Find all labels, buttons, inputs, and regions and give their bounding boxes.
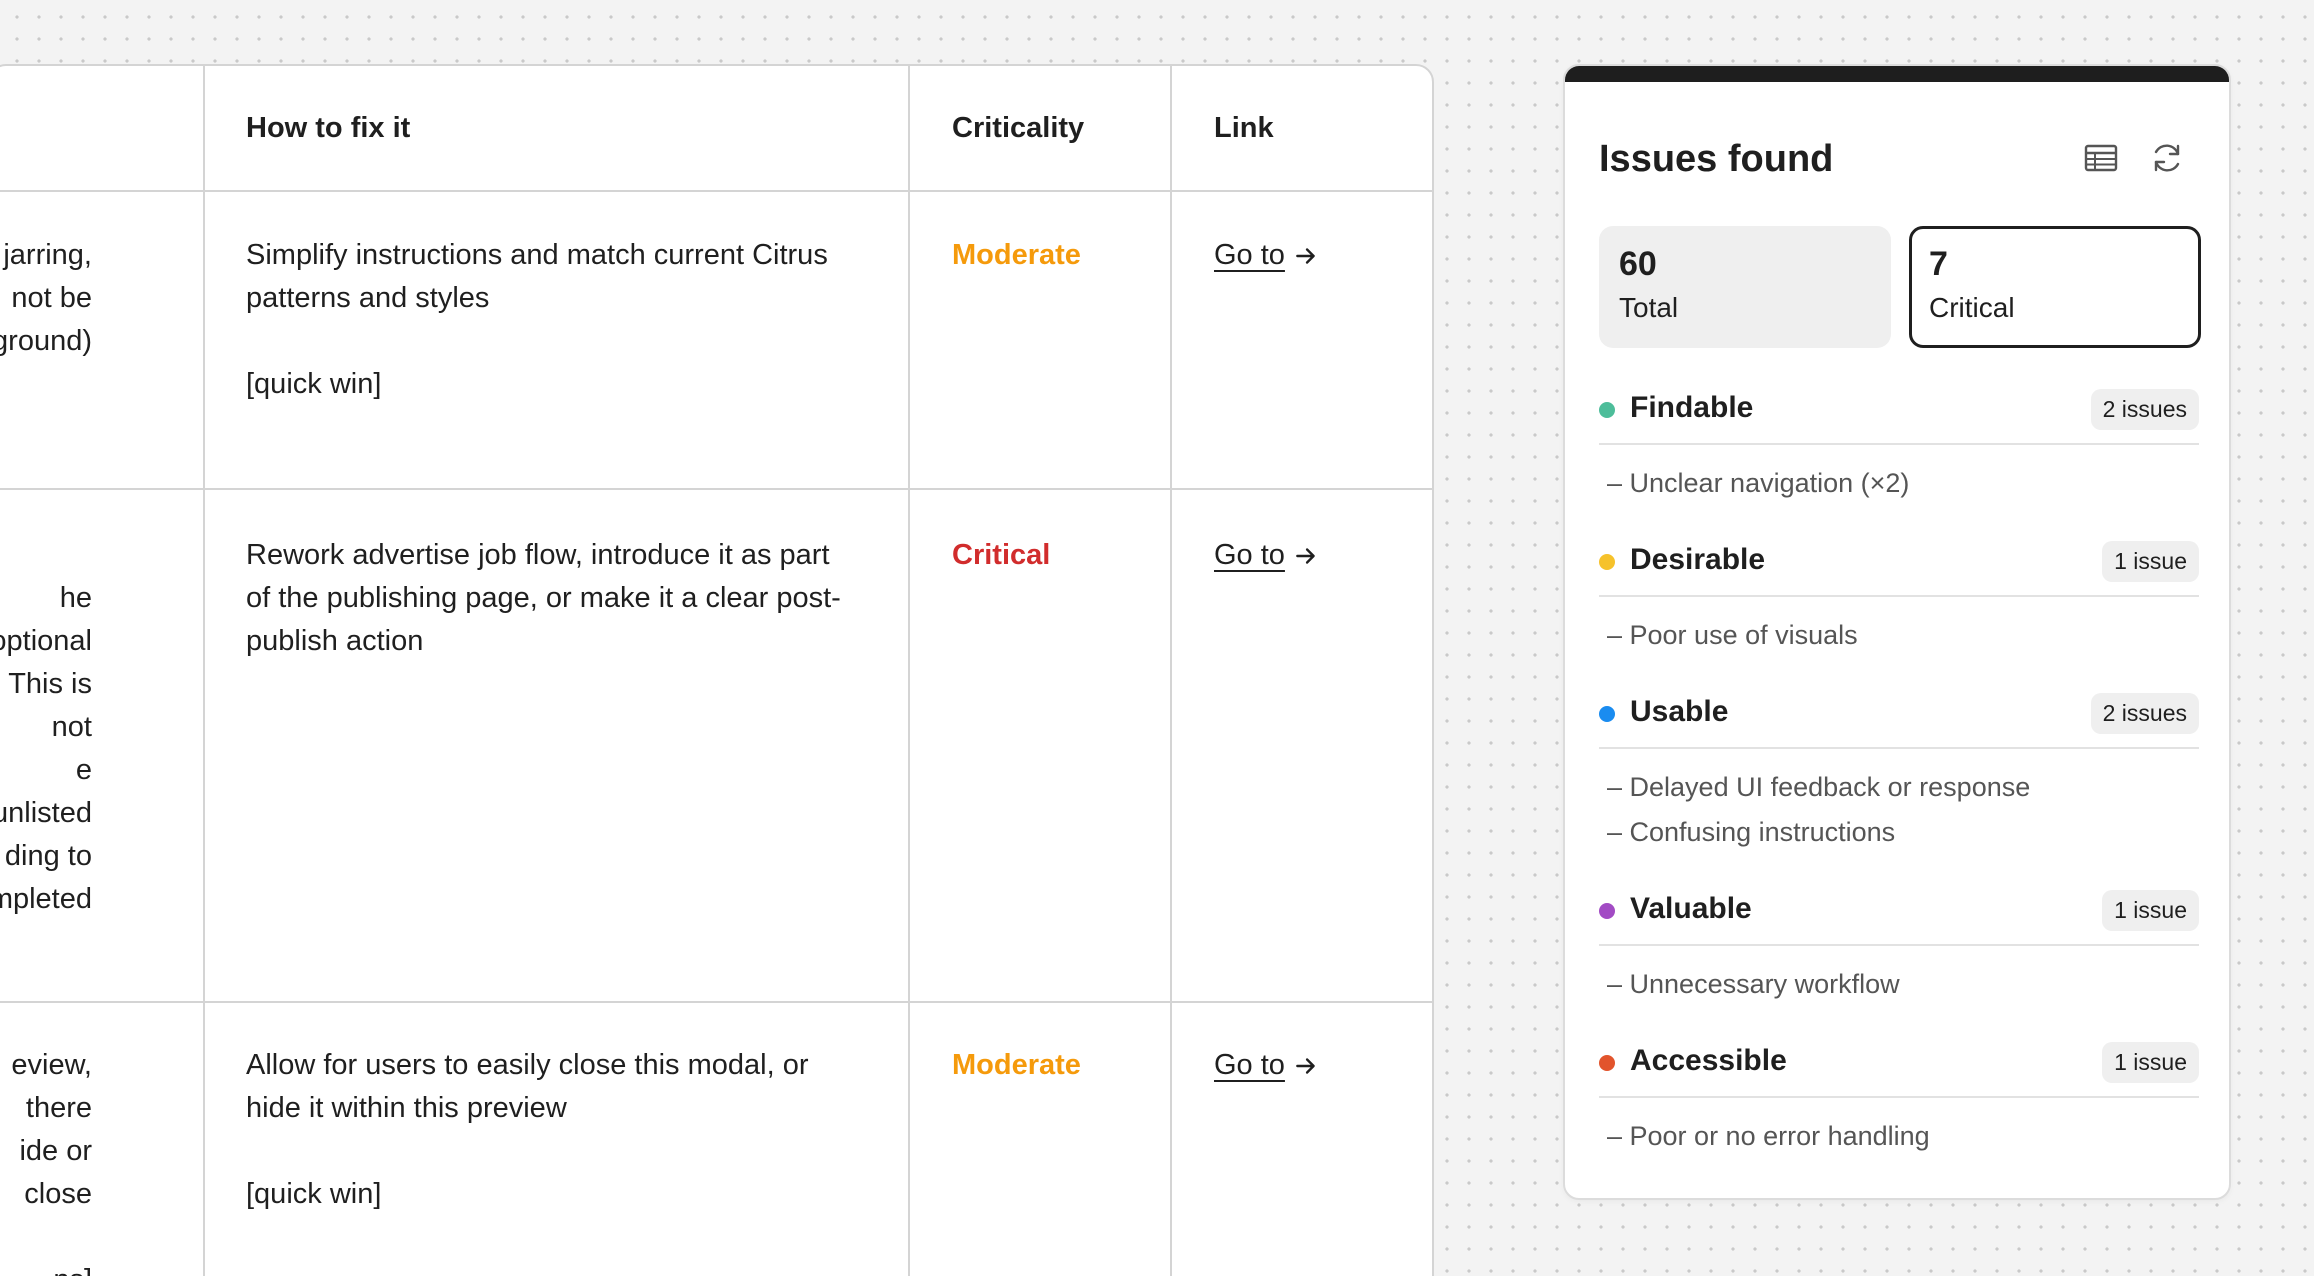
how-to-fix-cell: Simplify instructions and match current … [246, 239, 828, 400]
table-view-icon[interactable] [2081, 138, 2121, 178]
category-usable[interactable]: Usable 2 issues – Delayed UI feedback or… [1599, 687, 2199, 855]
column-header-link: Link [1214, 112, 1274, 144]
column-divider [908, 66, 910, 1276]
issue-item: – Poor or no error handling [1607, 1121, 1930, 1151]
issue-count-badge: 1 issue [2102, 541, 2199, 582]
issue-item: – Unclear navigation (×2) [1607, 468, 1910, 498]
critical-issues-stat[interactable]: 7 Critical [1909, 226, 2201, 348]
go-to-link[interactable]: Go to [1214, 1044, 1319, 1087]
issue-count-badge: 2 issues [2090, 389, 2199, 430]
panel-top-bar [1565, 66, 2229, 82]
arrow-right-icon [1296, 247, 1315, 264]
category-desirable[interactable]: Desirable 1 issue – Poor use of visuals [1599, 535, 2199, 658]
issue-count-badge: 1 issue [2102, 1042, 2199, 1083]
criticality-label: Critical [952, 539, 1051, 571]
issue-item: – Confusing instructions [1607, 817, 1896, 847]
column-header-criticality: Criticality [952, 112, 1085, 144]
category-valuable[interactable]: Valuable 1 issue – Unnecessary workflow [1599, 884, 2199, 1007]
total-issues-label: Total [1619, 292, 1679, 323]
issue-count-badge: 2 issues [2090, 693, 2199, 734]
issue-description-cell: eview, there ide or close ns] [11, 1049, 92, 1276]
desirable-status-dot [1599, 554, 1615, 570]
category-findable[interactable]: Findable 2 issues – Unclear navigation (… [1599, 383, 2199, 506]
issue-description-cell: he optional g. This is not e /unlisted d… [0, 582, 92, 915]
how-to-fix-cell: Allow for users to easily close this mod… [246, 1049, 809, 1210]
refresh-icon[interactable] [2147, 138, 2187, 178]
criticality-label: Moderate [952, 1049, 1081, 1081]
criticality-label: Moderate [952, 239, 1081, 271]
issue-description-cell: jarring, not be kground) [0, 239, 92, 357]
arrow-right-icon [1296, 1057, 1315, 1074]
issue-count-badge: 1 issue [2102, 890, 2199, 931]
category-name: Desirable [1630, 543, 1766, 576]
issue-item: – Poor use of visuals [1607, 620, 1858, 650]
usable-status-dot [1599, 706, 1615, 722]
go-to-link-label: Go to [1214, 1049, 1285, 1081]
total-issues-count: 60 [1619, 245, 1657, 283]
go-to-link-label: Go to [1214, 539, 1285, 571]
issues-found-panel: Issues found 60 Total 7 Critical Findabl… [1563, 64, 2231, 1200]
row-divider [0, 190, 1432, 192]
critical-issues-count: 7 [1929, 245, 1948, 283]
findable-status-dot [1599, 402, 1615, 418]
how-to-fix-cell: Rework advertise job flow, introduce it … [246, 539, 841, 657]
panel-title: Issues found [1599, 138, 1834, 180]
column-divider [203, 66, 205, 1276]
go-to-link-label: Go to [1214, 239, 1285, 271]
column-header-how-to-fix: How to fix it [246, 112, 411, 144]
go-to-link[interactable]: Go to [1214, 234, 1319, 277]
arrow-right-icon [1296, 547, 1315, 564]
category-accessible[interactable]: Accessible 1 issue – Poor or no error ha… [1599, 1036, 2199, 1159]
category-name: Findable [1630, 391, 1754, 424]
critical-issues-label: Critical [1929, 292, 2015, 323]
category-name: Valuable [1630, 892, 1752, 925]
accessible-status-dot [1599, 1055, 1615, 1071]
category-name: Usable [1630, 695, 1729, 728]
category-name: Accessible [1630, 1044, 1787, 1077]
issue-item: – Delayed UI feedback or response [1607, 772, 2031, 802]
row-divider [0, 488, 1432, 490]
issue-item: – Unnecessary workflow [1607, 969, 1900, 999]
total-issues-stat[interactable]: 60 Total [1599, 226, 1891, 348]
column-divider [1170, 66, 1172, 1276]
issues-table: How to fix it Criticality Link jarring, … [0, 64, 1434, 1276]
go-to-link[interactable]: Go to [1214, 534, 1319, 577]
valuable-status-dot [1599, 903, 1615, 919]
row-divider [0, 1001, 1432, 1003]
